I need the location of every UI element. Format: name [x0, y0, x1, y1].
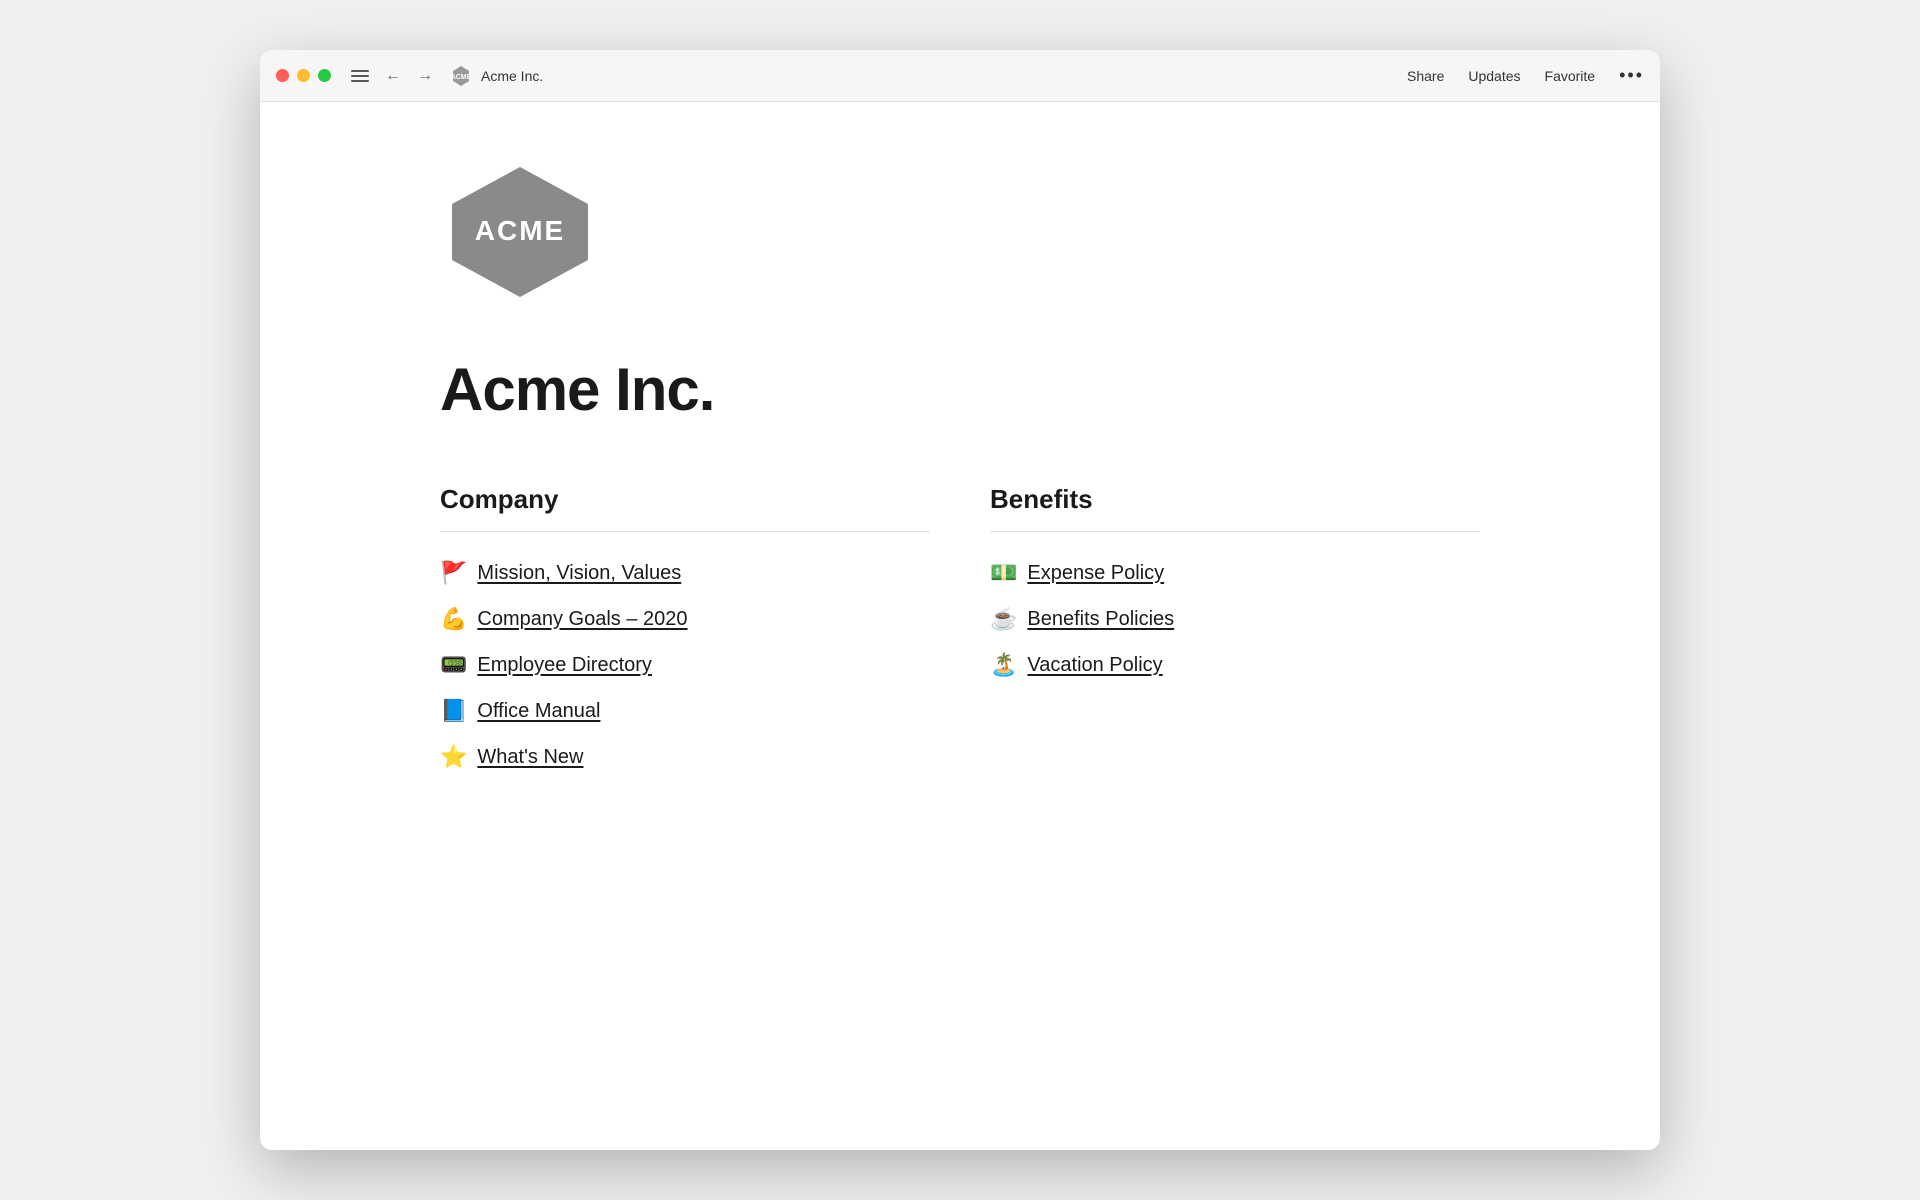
vacation-link[interactable]: Vacation Policy — [1027, 654, 1162, 677]
manual-link[interactable]: Office Manual — [477, 700, 600, 723]
benefits-link-list: 💵 Expense Policy ☕ Benefits Policies 🏝️ … — [990, 552, 1480, 686]
brand-icon: ACME — [449, 64, 473, 88]
nav-buttons: ← → — [381, 65, 437, 87]
acme-logo: ACME — [440, 162, 600, 302]
whats-new-icon: ⭐ — [440, 744, 467, 770]
benefits-section: Benefits 💵 Expense Policy ☕ Benefits Pol… — [990, 484, 1480, 778]
whats-new-link[interactable]: What's New — [477, 746, 583, 769]
expense-link[interactable]: Expense Policy — [1027, 562, 1164, 585]
app-window: ← → ACME Acme Inc. Share Updates Favorit… — [260, 50, 1660, 1150]
title-bar-actions: Share Updates Favorite ••• — [1407, 65, 1644, 86]
back-button[interactable]: ← — [381, 65, 405, 87]
menu-button[interactable] — [347, 66, 373, 86]
page-title: Acme Inc. — [440, 355, 1480, 424]
directory-icon: 📟 — [440, 652, 467, 678]
svg-text:ACME: ACME — [451, 74, 472, 81]
expense-icon: 💵 — [990, 560, 1017, 586]
close-button[interactable] — [276, 69, 289, 82]
page-content: ACME Acme Inc. Company 🚩 Mission, Vision… — [260, 102, 1660, 1150]
mission-icon: 🚩 — [440, 560, 467, 586]
list-item[interactable]: ⭐ What's New — [440, 736, 930, 778]
svg-text:ACME: ACME — [475, 215, 565, 246]
benefits-section-heading: Benefits — [990, 484, 1480, 515]
list-item[interactable]: 💪 Company Goals – 2020 — [440, 598, 930, 640]
manual-icon: 📘 — [440, 698, 467, 724]
minimize-button[interactable] — [297, 69, 310, 82]
updates-button[interactable]: Updates — [1468, 68, 1520, 84]
list-item[interactable]: 💵 Expense Policy — [990, 552, 1480, 594]
benefits-policies-icon: ☕ — [990, 606, 1017, 632]
company-divider — [440, 531, 930, 532]
list-item[interactable]: ☕ Benefits Policies — [990, 598, 1480, 640]
vacation-icon: 🏝️ — [990, 652, 1017, 678]
mission-link[interactable]: Mission, Vision, Values — [477, 562, 681, 585]
maximize-button[interactable] — [318, 69, 331, 82]
brand-area: ACME Acme Inc. — [449, 64, 1407, 88]
company-section: Company 🚩 Mission, Vision, Values 💪 Comp… — [440, 484, 930, 778]
list-item[interactable]: 🏝️ Vacation Policy — [990, 644, 1480, 686]
brand-title: Acme Inc. — [481, 68, 543, 84]
favorite-button[interactable]: Favorite — [1545, 68, 1596, 84]
list-item[interactable]: 🚩 Mission, Vision, Values — [440, 552, 930, 594]
sections-grid: Company 🚩 Mission, Vision, Values 💪 Comp… — [440, 484, 1480, 778]
goals-link[interactable]: Company Goals – 2020 — [477, 608, 687, 631]
page-logo: ACME — [440, 162, 1480, 307]
company-section-heading: Company — [440, 484, 930, 515]
traffic-lights — [276, 69, 331, 82]
benefits-divider — [990, 531, 1480, 532]
share-button[interactable]: Share — [1407, 68, 1444, 84]
list-item[interactable]: 📟 Employee Directory — [440, 644, 930, 686]
more-button[interactable]: ••• — [1619, 65, 1644, 86]
benefits-policies-link[interactable]: Benefits Policies — [1027, 608, 1174, 631]
forward-button[interactable]: → — [413, 65, 437, 87]
company-link-list: 🚩 Mission, Vision, Values 💪 Company Goal… — [440, 552, 930, 778]
directory-link[interactable]: Employee Directory — [477, 654, 652, 677]
goals-icon: 💪 — [440, 606, 467, 632]
title-bar: ← → ACME Acme Inc. Share Updates Favorit… — [260, 50, 1660, 102]
list-item[interactable]: 📘 Office Manual — [440, 690, 930, 732]
